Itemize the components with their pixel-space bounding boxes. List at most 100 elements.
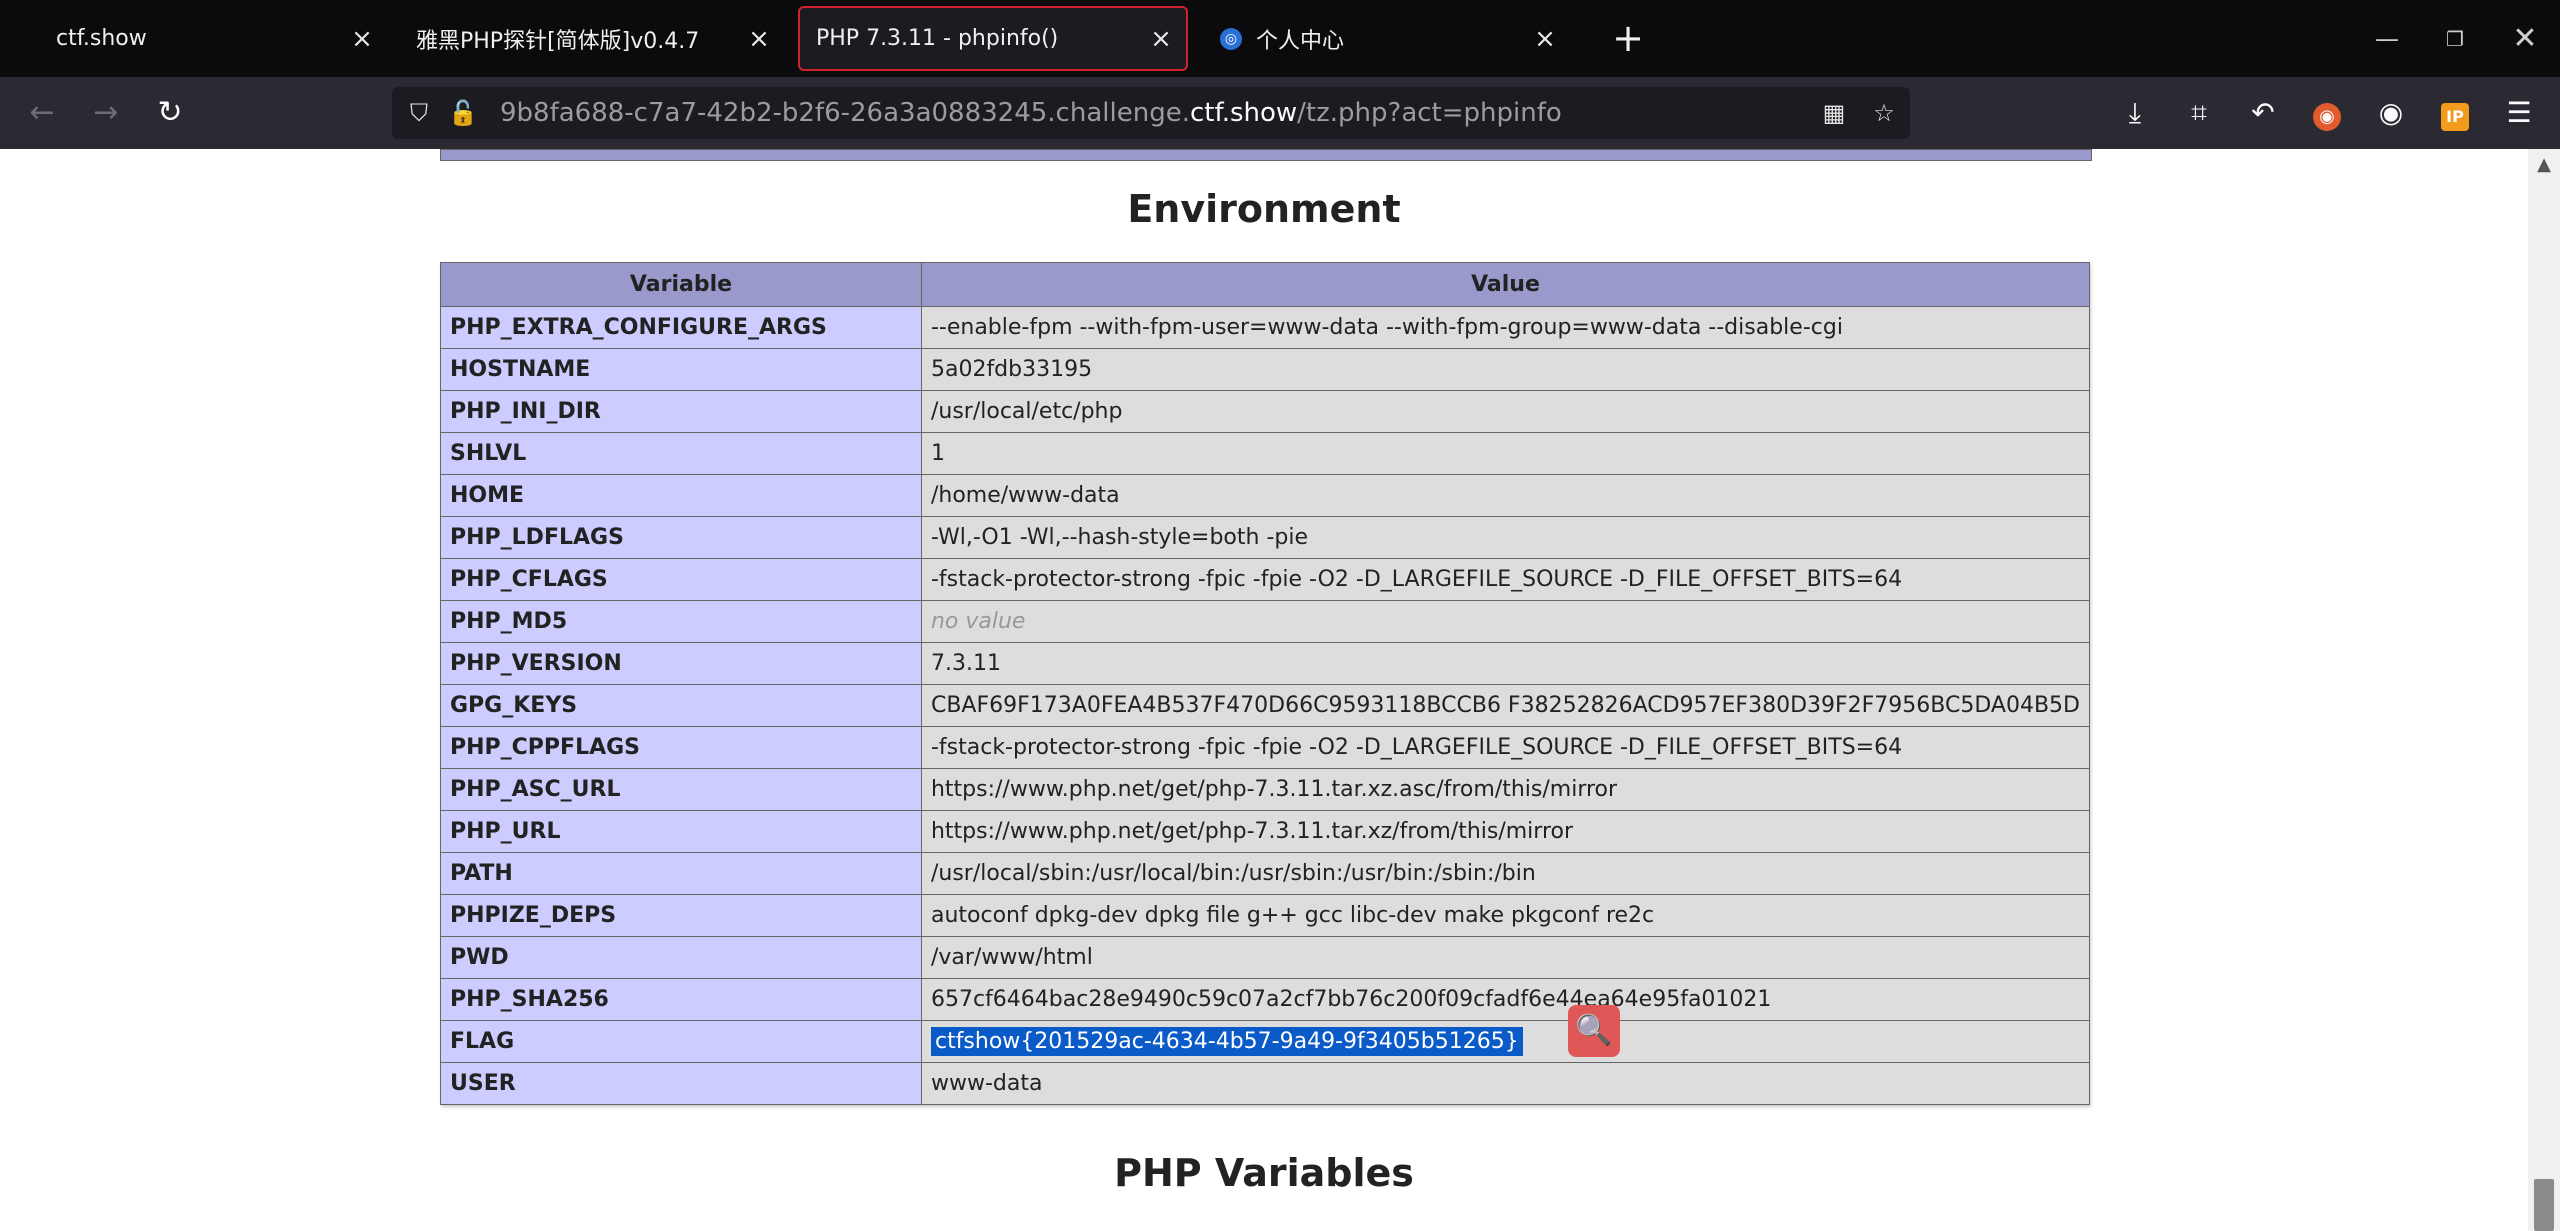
variable-value-cell: -Wl,-O1 -Wl,--hash-style=both -pie bbox=[920, 516, 2091, 559]
restore-icon: ❐ bbox=[2446, 27, 2464, 51]
shield-icon[interactable]: ⛉ bbox=[404, 98, 434, 128]
extension-button[interactable]: ◉ bbox=[2372, 94, 2410, 132]
screenshot-button[interactable]: ⌗ bbox=[2180, 94, 2218, 132]
table-row: PHP_CFLAGS -fstack-protector-strong -fpic… bbox=[440, 558, 2091, 601]
crop-icon: ⌗ bbox=[2191, 96, 2207, 129]
close-icon[interactable]: × bbox=[1534, 26, 1556, 52]
address-bar[interactable]: ⛉ 🔓 9b8fa688-c7a7-42b2-b2f6-26a3a0883245… bbox=[392, 87, 1910, 139]
variable-name-cell: PHP_SHA256 bbox=[440, 978, 922, 1021]
variable-value-cell: 7.3.11 bbox=[920, 642, 2091, 685]
variable-name-cell: PHP_CPPFLAGS bbox=[440, 726, 922, 769]
table-row: USER www-data bbox=[440, 1062, 2091, 1105]
value-text: 7.3.11 bbox=[930, 651, 1001, 676]
reload-icon: ↻ bbox=[157, 95, 183, 130]
table-row: HOSTNAME 5a02fdb33195 bbox=[440, 348, 2091, 391]
variable-name-cell: PHP_INI_DIR bbox=[440, 390, 922, 433]
window-close-button[interactable]: ✕ bbox=[2500, 14, 2550, 64]
scroll-thumb[interactable] bbox=[2534, 1179, 2554, 1231]
value-text: 5a02fdb33195 bbox=[930, 357, 1093, 382]
downloads-button[interactable]: ⤓ bbox=[2116, 94, 2154, 132]
variable-name-cell: PHP_LDFLAGS bbox=[440, 516, 922, 559]
search-popup-button[interactable]: 🔍 bbox=[1568, 1005, 1620, 1057]
variable-value-cell: 657cf6464bac28e9490c59c07a2cf7bb76c200f0… bbox=[920, 978, 2091, 1021]
variable-name-cell: HOSTNAME bbox=[440, 348, 922, 391]
app-menu-button[interactable]: ☰ bbox=[2500, 94, 2538, 132]
variable-value-cell: --enable-fpm --with-fpm-user=www-data --… bbox=[920, 306, 2091, 349]
tab-personal-center[interactable]: ◎ 个人中心 × bbox=[1196, 0, 1570, 77]
extension-button[interactable]: IP bbox=[2436, 94, 2474, 132]
url-prefix: 9b8fa688-c7a7-42b2-b2f6-26a3a0883245.cha… bbox=[500, 98, 1190, 128]
table-row: PWD/var/www/html bbox=[440, 936, 2091, 979]
value-text: /home/www-data bbox=[930, 483, 1120, 508]
back-arrow-icon: ← bbox=[29, 95, 55, 130]
scroll-up-arrow-icon[interactable]: ▲ bbox=[2528, 149, 2560, 181]
tab-title: PHP 7.3.11 - phpinfo() bbox=[816, 26, 1059, 51]
table-row: PHP_INI_DIR/usr/local/etc/php bbox=[440, 390, 2091, 433]
variable-name-cell: PWD bbox=[440, 936, 922, 979]
value-text: -Wl,-O1 -Wl,--hash-style=both -pie bbox=[930, 525, 1309, 550]
column-header: Value bbox=[920, 262, 2091, 307]
extension-button[interactable]: ◉ bbox=[2308, 94, 2346, 132]
undo-button[interactable]: ↶ bbox=[2244, 94, 2282, 132]
close-icon[interactable]: × bbox=[351, 26, 373, 52]
environment-table: Variable Value PHP_EXTRA_CONFIGURE_ARGS -… bbox=[440, 262, 2091, 1105]
table-row: FLAG ctfshow{201529ac-4634-4b57-9a49-9f34… bbox=[440, 1020, 2091, 1063]
star-icon[interactable]: ☆ bbox=[1869, 98, 1899, 128]
search-icon: 🔍 bbox=[1575, 1013, 1613, 1048]
forward-button[interactable]: → bbox=[86, 93, 126, 133]
tab-phpinfo[interactable]: PHP 7.3.11 - phpinfo() × bbox=[798, 6, 1188, 71]
forward-arrow-icon: → bbox=[93, 95, 119, 130]
back-button[interactable]: ← bbox=[22, 93, 62, 133]
value-text: --enable-fpm --with-fpm-user=www-data --… bbox=[930, 315, 1843, 340]
table-row: PATH/usr/local/sbin:/usr/local/bin:/usr/… bbox=[440, 852, 2091, 895]
table-row: PHP_SHA256 657cf6464bac28e9490c59c07a2cf7… bbox=[440, 978, 2091, 1021]
variable-value-cell: -fstack-protector-strong -fpic -fpie -O2… bbox=[920, 558, 2091, 601]
value-text: /usr/local/etc/php bbox=[930, 399, 1123, 424]
variable-name-cell: PHP_MD5 bbox=[440, 600, 922, 643]
variable-value-cell: autoconf dpkg-dev dpkg file g++ gcc libc… bbox=[920, 894, 2091, 937]
table-row: PHP_CPPFLAGS -fstack-protector-strong -fp… bbox=[440, 726, 2091, 769]
variable-value-cell: https://www.php.net/get/php-7.3.11.tar.x… bbox=[920, 768, 2091, 811]
tab-ctfshow[interactable]: ctf.show × bbox=[32, 0, 387, 77]
close-icon: ✕ bbox=[2512, 21, 2538, 56]
value-text: /usr/local/sbin:/usr/local/bin:/usr/sbin… bbox=[930, 861, 1536, 886]
value-text: -fstack-protector-strong -fpic -fpie -O2… bbox=[930, 735, 1903, 760]
hamburger-menu-icon: ☰ bbox=[2506, 96, 2532, 129]
table-row: PHP_LDFLAGS -Wl,-O1 -Wl,--hash-style=both… bbox=[440, 516, 2091, 559]
insecure-lock-icon[interactable]: 🔓 bbox=[448, 98, 478, 128]
tab-strip: ctf.show × 雅黑PHP探针[简体版]v0.4.7 × PHP 7.3.… bbox=[0, 0, 2560, 77]
variable-name-cell: PHP_URL bbox=[440, 810, 922, 853]
close-icon[interactable]: × bbox=[1150, 26, 1172, 52]
variable-name-cell: SHLVL bbox=[440, 432, 922, 475]
site-favicon-icon: ◎ bbox=[1220, 27, 1242, 50]
tab-probe[interactable]: 雅黑PHP探针[简体版]v0.4.7 × bbox=[392, 0, 784, 77]
url-text[interactable]: 9b8fa688-c7a7-42b2-b2f6-26a3a0883245.cha… bbox=[500, 87, 1562, 139]
variable-value-cell: 5a02fdb33195 bbox=[920, 348, 2091, 391]
restore-button[interactable]: ❐ bbox=[2430, 14, 2480, 64]
variable-value-cell: /usr/local/etc/php bbox=[920, 390, 2091, 433]
variable-value-cell: https://www.php.net/get/php-7.3.11.tar.x… bbox=[920, 810, 2091, 853]
navigation-toolbar: ← → ↻ ⛉ 🔓 9b8fa688-c7a7-42b2-b2f6-26a3a0… bbox=[0, 77, 2560, 149]
value-text: 657cf6464bac28e9490c59c07a2cf7bb76c200f0… bbox=[930, 987, 1772, 1012]
value-text: autoconf dpkg-dev dpkg file g++ gcc libc… bbox=[930, 903, 1655, 928]
table-row: PHPIZE_DEPS autoconf dpkg-dev dpkg file g… bbox=[440, 894, 2091, 937]
variable-name-cell: PHP_CFLAGS bbox=[440, 558, 922, 601]
variable-value-cell: /var/www/html bbox=[920, 936, 2091, 979]
qr-code-icon[interactable]: ▦ bbox=[1819, 98, 1849, 128]
variable-name-cell: PHP_ASC_URL bbox=[440, 768, 922, 811]
table-row: HOME/home/www-data bbox=[440, 474, 2091, 517]
no-value-text: no value bbox=[930, 609, 1026, 634]
new-tab-button[interactable]: + bbox=[1606, 16, 1650, 60]
minimize-button[interactable]: — bbox=[2362, 14, 2412, 64]
table-row: PHP_ASC_URL https://www.php.net/get/php-7… bbox=[440, 768, 2091, 811]
table-header-row: Variable Value bbox=[440, 262, 2091, 307]
url-domain: ctf.show bbox=[1189, 98, 1298, 128]
close-icon[interactable]: × bbox=[748, 26, 770, 52]
variable-name-cell: HOME bbox=[440, 474, 922, 517]
vertical-scrollbar[interactable]: ▲ bbox=[2528, 149, 2560, 1231]
tab-title: 个人中心 bbox=[1256, 28, 1345, 54]
table-row: PHP_MD5 no value bbox=[440, 600, 2091, 643]
previous-table-bottom bbox=[440, 149, 2092, 161]
variable-name-cell: GPG_KEYS bbox=[440, 684, 922, 727]
reload-button[interactable]: ↻ bbox=[150, 93, 190, 133]
